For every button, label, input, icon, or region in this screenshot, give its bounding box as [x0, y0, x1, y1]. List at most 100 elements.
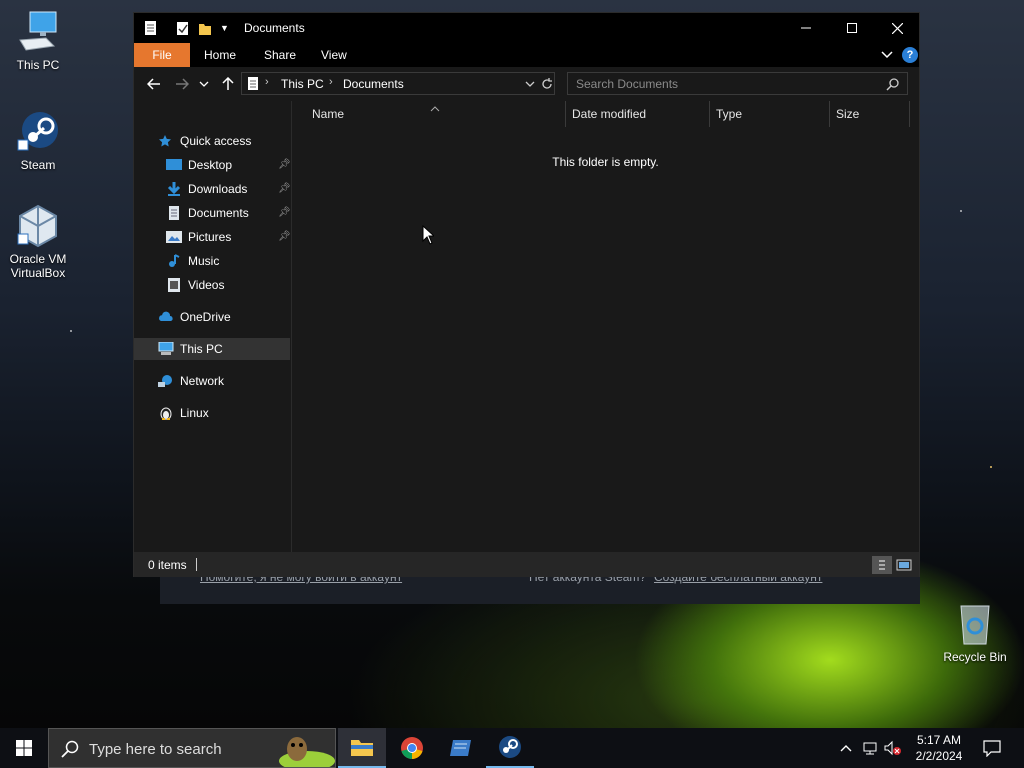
desktop-icon-label: Steam — [20, 158, 56, 172]
nav-item-label: Network — [180, 374, 225, 388]
tab-share[interactable]: Share — [252, 43, 308, 67]
folder-icon — [351, 740, 373, 756]
item-count: 0 items — [148, 558, 187, 572]
desktop-icon-label: This PC — [16, 58, 60, 72]
nav-downloads[interactable]: Downloads 📌︎ — [134, 178, 291, 200]
nav-item-label: Music — [188, 254, 220, 268]
clock-time: 5:17 AM — [916, 733, 962, 747]
column-header-size[interactable]: Size — [830, 101, 910, 127]
nav-item-label: Pictures — [188, 230, 232, 244]
expand-ribbon-icon[interactable] — [880, 47, 894, 63]
start-button[interactable] — [0, 728, 48, 768]
linux-penguin-icon — [158, 406, 174, 421]
desktop-icon-label: Oracle VM VirtualBox — [9, 252, 67, 280]
documents-location-icon — [247, 76, 259, 91]
navigation-pane: Quick access Desktop 📌︎ Downloads 📌︎ Doc… — [134, 101, 292, 552]
search-box[interactable] — [567, 72, 908, 95]
pin-icon[interactable]: 📌︎ — [278, 207, 291, 219]
taskbar-search-placeholder: Type here to search — [89, 741, 222, 758]
document-icon — [166, 206, 182, 220]
nav-pictures[interactable]: Pictures 📌︎ — [134, 226, 291, 248]
virtualbox-app-icon — [450, 740, 471, 756]
cloud-icon — [158, 310, 174, 324]
system-clock[interactable]: 5:17 AM 2/2/2024 — [912, 732, 966, 764]
forward-button[interactable] — [172, 75, 192, 93]
desktop-icon-virtualbox[interactable]: Oracle VM VirtualBox — [0, 204, 76, 280]
minimize-button[interactable] — [783, 13, 829, 43]
column-header-date-modified[interactable]: Date modified — [566, 101, 710, 127]
nav-linux[interactable]: Linux — [134, 402, 290, 424]
recent-locations-button[interactable] — [197, 75, 211, 93]
properties-icon[interactable] — [176, 20, 190, 36]
nav-item-label: OneDrive — [180, 310, 231, 324]
tab-file[interactable]: File — [134, 43, 190, 67]
desktop-icon-steam[interactable]: Steam — [0, 110, 76, 172]
taskbar-steam[interactable] — [486, 728, 534, 768]
mouse-cursor-icon — [422, 224, 436, 245]
address-bar[interactable]: › This PC › Documents — [241, 72, 555, 95]
desktop-icon-recycle-bin[interactable]: Recycle Bin — [937, 602, 1013, 664]
show-hidden-icons-chevron-up-icon[interactable] — [838, 740, 854, 756]
help-icon[interactable]: ? — [902, 47, 918, 63]
videos-icon — [166, 278, 182, 292]
star-icon — [158, 134, 174, 148]
pin-icon[interactable]: 📌︎ — [278, 183, 291, 195]
computer-icon — [158, 341, 174, 356]
nav-item-label: Downloads — [188, 182, 248, 196]
address-dropdown-icon[interactable] — [524, 78, 536, 90]
action-center-icon[interactable] — [983, 739, 1001, 758]
taskbar: Type here to search 5:17 AM 2/2/2024 — [0, 728, 1024, 768]
nav-this-pc[interactable]: This PC — [134, 338, 290, 360]
chevron-down-icon[interactable]: ▼ — [220, 20, 234, 36]
tab-view[interactable]: View — [309, 43, 359, 67]
document-icon[interactable] — [144, 20, 158, 36]
pin-icon[interactable]: 📌︎ — [278, 159, 291, 171]
breadcrumb-this-pc[interactable]: This PC — [281, 77, 324, 91]
nav-videos[interactable]: Videos — [134, 274, 290, 296]
details-view-button[interactable] — [872, 556, 892, 574]
column-header-type[interactable]: Type — [710, 101, 830, 127]
recycle-bin-icon — [953, 602, 997, 646]
empty-folder-message: This folder is empty. — [552, 155, 659, 169]
large-icons-view-button[interactable] — [894, 556, 914, 574]
nav-quick-access[interactable]: Quick access — [134, 130, 290, 152]
nav-music[interactable]: Music — [134, 250, 290, 272]
tab-home[interactable]: Home — [192, 43, 248, 67]
close-button[interactable] — [874, 13, 920, 43]
search-highlight-image — [263, 731, 335, 768]
maximize-button[interactable] — [829, 13, 875, 43]
network-status-icon[interactable] — [862, 740, 878, 756]
taskbar-search-box[interactable]: Type here to search — [48, 728, 336, 768]
nav-onedrive[interactable]: OneDrive — [134, 306, 290, 328]
nav-desktop[interactable]: Desktop 📌︎ — [134, 154, 291, 176]
desktop-icon-this-pc[interactable]: This PC — [0, 10, 76, 72]
search-icon[interactable] — [886, 77, 900, 91]
nav-item-label: Quick access — [180, 134, 252, 148]
refresh-icon[interactable] — [540, 77, 554, 91]
breadcrumb-documents[interactable]: Documents — [343, 77, 404, 91]
back-button[interactable] — [144, 75, 164, 93]
nav-item-label: Videos — [188, 278, 225, 292]
file-explorer-window: ▼ Documents File Home Share View ? › Thi… — [133, 12, 920, 577]
column-header-name[interactable]: Name — [306, 101, 566, 127]
nav-network[interactable]: Network — [134, 370, 290, 392]
up-button[interactable] — [218, 75, 238, 93]
title-bar[interactable]: ▼ Documents — [134, 13, 919, 43]
taskbar-file-explorer[interactable] — [338, 728, 386, 768]
search-icon — [61, 740, 79, 758]
new-folder-icon[interactable] — [198, 20, 212, 36]
chevron-right-icon: › — [265, 76, 269, 88]
download-icon — [166, 182, 182, 196]
search-input[interactable] — [568, 73, 878, 94]
taskbar-virtualbox-manager[interactable] — [437, 728, 485, 768]
volume-muted-icon[interactable] — [884, 740, 901, 756]
taskbar-chrome[interactable] — [388, 728, 436, 768]
pin-icon[interactable]: 📌︎ — [278, 231, 291, 243]
chrome-icon — [401, 737, 423, 759]
chevron-right-icon: › — [329, 76, 333, 88]
nav-documents[interactable]: Documents 📌︎ — [134, 202, 291, 224]
virtualbox-icon — [16, 204, 60, 248]
status-divider — [196, 558, 197, 571]
pictures-icon — [166, 230, 182, 244]
nav-item-label: This PC — [180, 342, 223, 356]
